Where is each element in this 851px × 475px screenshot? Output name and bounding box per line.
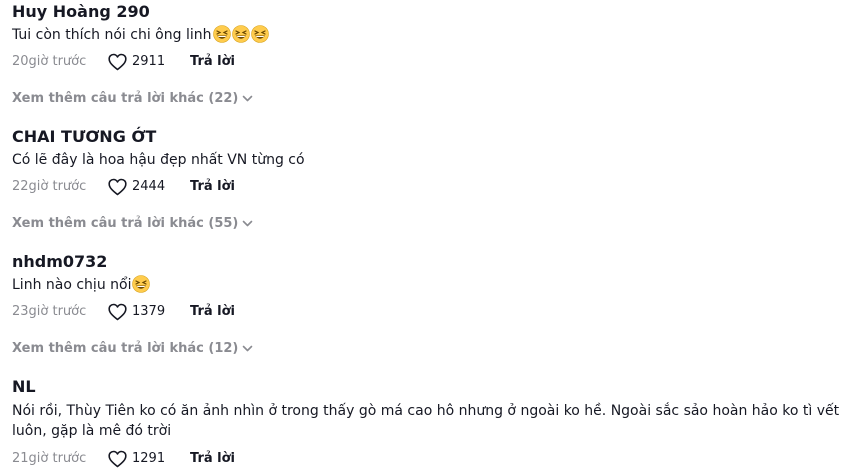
comment-time: 20giờ trước xyxy=(12,54,87,69)
grinning-squint-emoji-icon xyxy=(132,275,151,293)
comment-time: 21giờ trước xyxy=(12,451,87,466)
comment-text: Có lẽ đây là hoa hậu đẹp nhất VN từng có xyxy=(12,150,305,170)
chevron-down-icon xyxy=(243,220,253,227)
comment-text: Nói rồi, Thùy Tiên ko có ăn ảnh nhìn ở t… xyxy=(12,401,842,441)
heart-icon xyxy=(108,303,127,321)
grinning-squint-emoji-icon xyxy=(250,25,269,43)
view-more-replies[interactable]: Xem thêm câu trả lời khác (22) xyxy=(12,89,253,109)
view-more-replies-label: Xem thêm câu trả lời khác (12) xyxy=(12,341,239,356)
heart-icon xyxy=(108,178,127,196)
comment-meta: 23giờ trước 1379 Trả lời xyxy=(12,302,412,322)
reply-button[interactable]: Trả lời xyxy=(190,302,235,322)
comment-username[interactable]: CHAI TƯƠNG ỚT xyxy=(12,127,156,147)
like-count: 2444 xyxy=(132,179,166,194)
comment-text: Linh nào chịu nổi xyxy=(12,275,151,295)
comment-item: nhdm0732 Linh nào chịu nổi 23giờ trước 1… xyxy=(12,250,844,360)
comment-text-content: Có lẽ đây là hoa hậu đẹp nhất VN từng có xyxy=(12,152,305,168)
grinning-squint-emoji-icon xyxy=(231,25,250,43)
chevron-down-icon xyxy=(243,95,253,102)
view-more-replies-label: Xem thêm câu trả lời khác (55) xyxy=(12,216,239,231)
comment-text-content: Nói rồi, Thùy Tiên ko có ăn ảnh nhìn ở t… xyxy=(12,403,840,439)
comment-item: NL Nói rồi, Thùy Tiên ko có ăn ảnh nhìn … xyxy=(12,376,844,474)
comment-text-content: Linh nào chịu nổi xyxy=(12,277,132,293)
comment-meta: 21giờ trước 1291 Trả lời xyxy=(12,449,412,469)
like-count: 1379 xyxy=(132,304,166,319)
comment-username[interactable]: Huy Hoàng 290 xyxy=(12,2,150,22)
comment-item: CHAI TƯƠNG ỚT Có lẽ đây là hoa hậu đẹp n… xyxy=(12,125,844,235)
comment-item: Huy Hoàng 290 Tui còn thích nói chi ông … xyxy=(12,0,844,110)
comment-time: 22giờ trước xyxy=(12,179,87,194)
like-count: 1291 xyxy=(132,451,166,466)
reply-button[interactable]: Trả lời xyxy=(190,52,235,72)
view-more-replies[interactable]: Xem thêm câu trả lời khác (55) xyxy=(12,214,253,234)
view-more-replies-label: Xem thêm câu trả lời khác (22) xyxy=(12,91,239,106)
chevron-down-icon xyxy=(243,345,253,352)
grinning-squint-emoji-icon xyxy=(212,25,231,43)
comment-meta: 20giờ trước 2911 Trả lời xyxy=(12,52,412,72)
comment-text-content: Tui còn thích nói chi ông linh xyxy=(12,27,212,43)
comment-meta: 22giờ trước 2444 Trả lời xyxy=(12,177,412,197)
comment-time: 23giờ trước xyxy=(12,304,87,319)
heart-icon xyxy=(108,53,127,71)
heart-icon xyxy=(108,450,127,468)
reply-button[interactable]: Trả lời xyxy=(190,449,235,469)
comment-text: Tui còn thích nói chi ông linh xyxy=(12,25,269,45)
comment-username[interactable]: NL xyxy=(12,377,36,397)
like-count: 2911 xyxy=(132,54,166,69)
view-more-replies[interactable]: Xem thêm câu trả lời khác (12) xyxy=(12,339,253,359)
comment-username[interactable]: nhdm0732 xyxy=(12,252,107,272)
reply-button[interactable]: Trả lời xyxy=(190,177,235,197)
